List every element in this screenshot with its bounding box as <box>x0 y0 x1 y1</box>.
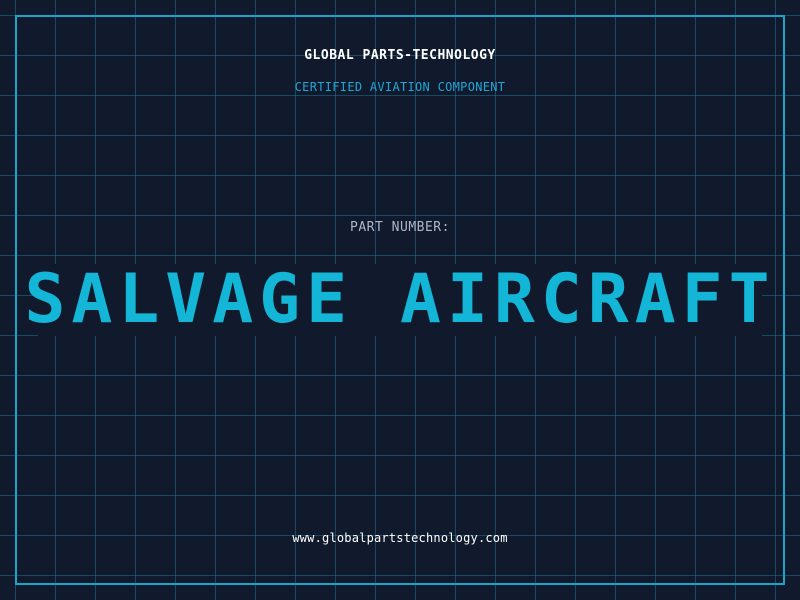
certificate-subtitle: CERTIFIED AVIATION COMPONENT <box>294 80 506 94</box>
certificate-page: GLOBAL PARTS-TECHNOLOGY CERTIFIED AVIATI… <box>0 0 800 600</box>
company-name: GLOBAL PARTS-TECHNOLOGY <box>304 48 496 63</box>
website-link[interactable]: www.globalpartstechnology.com <box>0 531 800 545</box>
part-number-label: PART NUMBER: <box>350 220 450 235</box>
part-number-value: SALVAGE AIRCRAFT <box>24 260 776 339</box>
